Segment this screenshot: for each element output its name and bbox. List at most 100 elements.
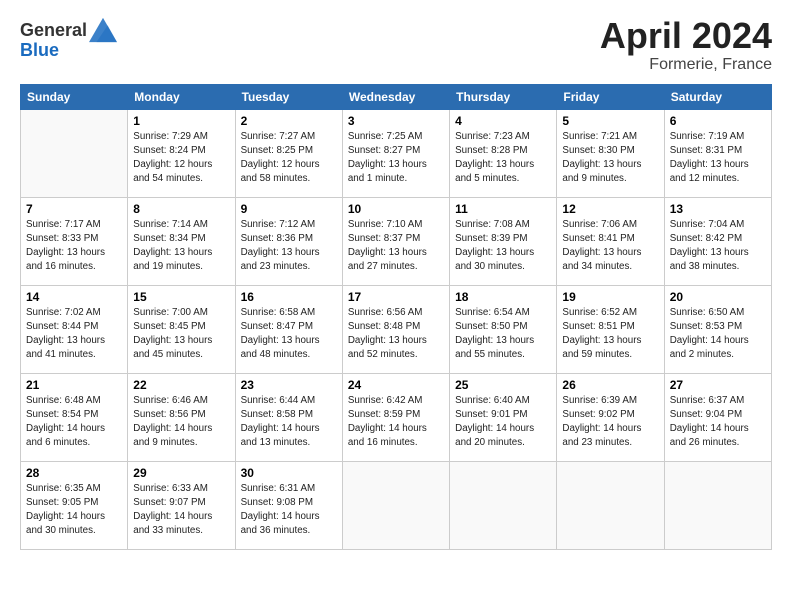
page: General Blue April 2024 Formerie, France…	[0, 0, 792, 612]
day-number: 11	[455, 202, 551, 216]
calendar-cell: 13 Sunrise: 7:04 AM Sunset: 8:42 PM Dayli…	[664, 197, 771, 285]
calendar-cell: 26Sunrise: 6:39 AM Sunset: 9:02 PM Dayli…	[557, 373, 664, 461]
calendar-cell: 15Sunrise: 7:00 AM Sunset: 8:45 PM Dayli…	[128, 285, 235, 373]
day-number: 20	[670, 290, 766, 304]
calendar-cell: 5Sunrise: 7:21 AM Sunset: 8:30 PM Daylig…	[557, 109, 664, 197]
day-number: 28	[26, 466, 122, 480]
calendar-cell	[21, 109, 128, 197]
day-number: 7	[26, 202, 122, 216]
calendar-cell: 28 Sunrise: 6:35 AM Sunset: 9:05 PM Dayli…	[21, 461, 128, 549]
calendar-cell: 25Sunrise: 6:40 AM Sunset: 9:01 PM Dayli…	[450, 373, 557, 461]
day-number: 27	[670, 378, 766, 392]
day-info: Sunrise: 6:31 AM Sunset: 9:08 PM Dayligh…	[241, 482, 337, 539]
day-number: 9	[241, 202, 337, 216]
day-number: 23	[241, 378, 337, 392]
calendar-cell: 27 Sunrise: 6:37 AM Sunset: 9:04 PM Dayli…	[664, 373, 771, 461]
calendar-cell: 22 Sunrise: 6:46 AM Sunset: 8:56 PM Dayli…	[128, 373, 235, 461]
day-info: Sunrise: 7:10 AM Sunset: 8:37 PM Dayligh…	[348, 218, 444, 275]
day-info: Sunrise: 7:29 AM Sunset: 8:24 PM Dayligh…	[133, 130, 229, 187]
weekday-header-friday: Friday	[557, 84, 664, 109]
day-info: Sunrise: 7:23 AM Sunset: 8:28 PM Dayligh…	[455, 130, 551, 187]
weekday-header-monday: Monday	[128, 84, 235, 109]
calendar-cell: 24Sunrise: 6:42 AM Sunset: 8:59 PM Dayli…	[342, 373, 449, 461]
day-info: Sunrise: 6:42 AM Sunset: 8:59 PM Dayligh…	[348, 394, 444, 451]
day-number: 25	[455, 378, 551, 392]
day-number: 3	[348, 114, 444, 128]
day-info: Sunrise: 6:58 AM Sunset: 8:47 PM Dayligh…	[241, 306, 337, 363]
calendar-week-row: 14 Sunrise: 7:02 AM Sunset: 8:44 PM Dayli…	[21, 285, 772, 373]
day-number: 10	[348, 202, 444, 216]
day-info: Sunrise: 6:54 AM Sunset: 8:50 PM Dayligh…	[455, 306, 551, 363]
day-number: 16	[241, 290, 337, 304]
calendar-cell: 11 Sunrise: 7:08 AM Sunset: 8:39 PM Dayli…	[450, 197, 557, 285]
calendar-location: Formerie, France	[600, 56, 772, 74]
calendar-cell	[450, 461, 557, 549]
calendar-week-row: 28 Sunrise: 6:35 AM Sunset: 9:05 PM Dayli…	[21, 461, 772, 549]
calendar-title: April 2024	[600, 16, 772, 56]
day-number: 6	[670, 114, 766, 128]
day-info: Sunrise: 7:27 AM Sunset: 8:25 PM Dayligh…	[241, 130, 337, 187]
day-number: 1	[133, 114, 229, 128]
calendar-table: SundayMondayTuesdayWednesdayThursdayFrid…	[20, 84, 772, 550]
calendar-cell: 21Sunrise: 6:48 AM Sunset: 8:54 PM Dayli…	[21, 373, 128, 461]
weekday-header-row: SundayMondayTuesdayWednesdayThursdayFrid…	[21, 84, 772, 109]
day-info: Sunrise: 7:19 AM Sunset: 8:31 PM Dayligh…	[670, 130, 766, 187]
calendar-cell: 1 Sunrise: 7:29 AM Sunset: 8:24 PM Daylig…	[128, 109, 235, 197]
day-number: 17	[348, 290, 444, 304]
calendar-cell: 30 Sunrise: 6:31 AM Sunset: 9:08 PM Dayli…	[235, 461, 342, 549]
logo-icon	[89, 16, 117, 44]
day-number: 15	[133, 290, 229, 304]
calendar-week-row: 7 Sunrise: 7:17 AM Sunset: 8:33 PM Daylig…	[21, 197, 772, 285]
calendar-cell	[342, 461, 449, 549]
weekday-header-saturday: Saturday	[664, 84, 771, 109]
calendar-cell: 20 Sunrise: 6:50 AM Sunset: 8:53 PM Dayli…	[664, 285, 771, 373]
header: General Blue April 2024 Formerie, France	[20, 16, 772, 74]
weekday-header-sunday: Sunday	[21, 84, 128, 109]
day-info: Sunrise: 7:12 AM Sunset: 8:36 PM Dayligh…	[241, 218, 337, 275]
day-info: Sunrise: 6:46 AM Sunset: 8:56 PM Dayligh…	[133, 394, 229, 451]
calendar-cell: 23Sunrise: 6:44 AM Sunset: 8:58 PM Dayli…	[235, 373, 342, 461]
day-info: Sunrise: 7:02 AM Sunset: 8:44 PM Dayligh…	[26, 306, 122, 363]
calendar-week-row: 21Sunrise: 6:48 AM Sunset: 8:54 PM Dayli…	[21, 373, 772, 461]
day-info: Sunrise: 7:25 AM Sunset: 8:27 PM Dayligh…	[348, 130, 444, 187]
day-number: 13	[670, 202, 766, 216]
calendar-week-row: 1 Sunrise: 7:29 AM Sunset: 8:24 PM Daylig…	[21, 109, 772, 197]
calendar-cell: 12Sunrise: 7:06 AM Sunset: 8:41 PM Dayli…	[557, 197, 664, 285]
day-info: Sunrise: 6:56 AM Sunset: 8:48 PM Dayligh…	[348, 306, 444, 363]
day-info: Sunrise: 6:37 AM Sunset: 9:04 PM Dayligh…	[670, 394, 766, 451]
calendar-cell: 14 Sunrise: 7:02 AM Sunset: 8:44 PM Dayli…	[21, 285, 128, 373]
calendar-cell: 6 Sunrise: 7:19 AM Sunset: 8:31 PM Daylig…	[664, 109, 771, 197]
day-info: Sunrise: 7:08 AM Sunset: 8:39 PM Dayligh…	[455, 218, 551, 275]
calendar-cell: 18Sunrise: 6:54 AM Sunset: 8:50 PM Dayli…	[450, 285, 557, 373]
day-number: 22	[133, 378, 229, 392]
weekday-header-thursday: Thursday	[450, 84, 557, 109]
day-info: Sunrise: 6:39 AM Sunset: 9:02 PM Dayligh…	[562, 394, 658, 451]
day-info: Sunrise: 7:04 AM Sunset: 8:42 PM Dayligh…	[670, 218, 766, 275]
day-info: Sunrise: 6:35 AM Sunset: 9:05 PM Dayligh…	[26, 482, 122, 539]
calendar-cell: 2 Sunrise: 7:27 AM Sunset: 8:25 PM Daylig…	[235, 109, 342, 197]
day-number: 4	[455, 114, 551, 128]
day-info: Sunrise: 7:06 AM Sunset: 8:41 PM Dayligh…	[562, 218, 658, 275]
weekday-header-tuesday: Tuesday	[235, 84, 342, 109]
title-block: April 2024 Formerie, France	[600, 16, 772, 74]
day-number: 30	[241, 466, 337, 480]
calendar-cell: 3 Sunrise: 7:25 AM Sunset: 8:27 PM Daylig…	[342, 109, 449, 197]
day-number: 14	[26, 290, 122, 304]
day-number: 8	[133, 202, 229, 216]
calendar-cell: 29Sunrise: 6:33 AM Sunset: 9:07 PM Dayli…	[128, 461, 235, 549]
day-number: 21	[26, 378, 122, 392]
weekday-header-wednesday: Wednesday	[342, 84, 449, 109]
calendar-cell: 9 Sunrise: 7:12 AM Sunset: 8:36 PM Daylig…	[235, 197, 342, 285]
logo-general-text: General	[20, 20, 87, 41]
day-info: Sunrise: 6:52 AM Sunset: 8:51 PM Dayligh…	[562, 306, 658, 363]
day-number: 29	[133, 466, 229, 480]
day-number: 2	[241, 114, 337, 128]
calendar-cell: 4 Sunrise: 7:23 AM Sunset: 8:28 PM Daylig…	[450, 109, 557, 197]
logo: General Blue	[20, 16, 117, 61]
calendar-cell: 17 Sunrise: 6:56 AM Sunset: 8:48 PM Dayli…	[342, 285, 449, 373]
day-info: Sunrise: 6:50 AM Sunset: 8:53 PM Dayligh…	[670, 306, 766, 363]
calendar-cell	[557, 461, 664, 549]
day-info: Sunrise: 7:17 AM Sunset: 8:33 PM Dayligh…	[26, 218, 122, 275]
calendar-cell	[664, 461, 771, 549]
day-info: Sunrise: 7:21 AM Sunset: 8:30 PM Dayligh…	[562, 130, 658, 187]
